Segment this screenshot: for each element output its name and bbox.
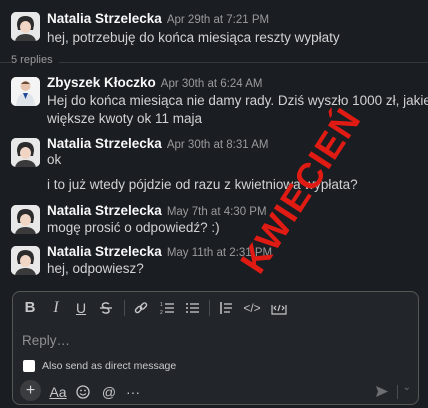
bold-icon[interactable]: B: [20, 298, 40, 318]
avatar[interactable]: [11, 138, 40, 167]
more-actions-icon[interactable]: ···: [123, 382, 143, 402]
author-name[interactable]: Natalia Strzelecka Apr 29th at 7:21 PM: [47, 11, 269, 26]
avatar[interactable]: [11, 205, 40, 234]
author-name[interactable]: Natalia Strzelecka May 7th at 4:30 PM: [47, 203, 267, 218]
message-text: większe kwoty ok 11 maja: [47, 111, 203, 126]
reply-composer: B I U 12 </> Also send as direct message…: [12, 291, 419, 405]
message-text: Hej do końca miesiąca nie damy rady. Dzi…: [47, 93, 428, 108]
link-icon[interactable]: [131, 298, 151, 318]
dm-checkbox[interactable]: [23, 360, 35, 372]
strikethrough-icon[interactable]: [96, 298, 116, 318]
formatting-toolbar: B I U 12 </>: [13, 292, 418, 326]
dm-checkbox-label[interactable]: Also send as direct message: [42, 360, 176, 372]
message-text: hej, odpowiesz?: [47, 261, 144, 276]
avatar[interactable]: [11, 12, 40, 41]
ordered-list-icon[interactable]: 12: [157, 298, 177, 318]
toolbar-divider: [124, 300, 125, 316]
author-name[interactable]: Natalia Strzelecka Apr 30th at 8:31 AM: [47, 136, 268, 151]
code-block-icon[interactable]: [269, 298, 289, 318]
svg-text:2: 2: [160, 310, 163, 315]
message-text: i to już wtedy pójdzie od razu z kwietni…: [47, 177, 358, 192]
timestamp[interactable]: May 7th at 4:30 PM: [167, 206, 267, 218]
underline-icon[interactable]: U: [71, 298, 91, 318]
timestamp[interactable]: Apr 29th at 7:21 PM: [167, 14, 269, 26]
message-text: mogę prosić o odpowiedź? :): [47, 220, 220, 235]
message-text: hej, potrzebuję do końca miesiąca reszty…: [47, 30, 340, 45]
reply-input[interactable]: [22, 330, 402, 350]
toolbar-divider: [209, 300, 210, 316]
text-formatting-button[interactable]: Aa: [48, 382, 68, 402]
timestamp[interactable]: Apr 30th at 8:31 AM: [167, 139, 269, 151]
add-attachment-button[interactable]: +: [20, 380, 41, 401]
mention-icon[interactable]: @: [99, 382, 119, 402]
emoji-icon[interactable]: [73, 382, 93, 402]
divider: [0, 62, 428, 63]
avatar[interactable]: [11, 77, 40, 106]
timestamp[interactable]: May 11th at 2:31 PM: [167, 247, 272, 259]
send-icon[interactable]: [375, 382, 389, 401]
bulleted-list-icon[interactable]: [182, 298, 202, 318]
timestamp[interactable]: Apr 30th at 6:24 AM: [161, 78, 263, 90]
send-divider: [397, 385, 398, 399]
replies-count: 5 replies: [11, 54, 59, 66]
svg-text:1: 1: [160, 302, 163, 308]
message-text: ok: [47, 152, 62, 167]
author-name[interactable]: Zbyszek Kłoczko Apr 30th at 6:24 AM: [47, 75, 262, 90]
italic-icon[interactable]: I: [46, 298, 66, 318]
author-name[interactable]: Natalia Strzelecka May 11th at 2:31 PM: [47, 244, 272, 259]
avatar[interactable]: [11, 246, 40, 275]
code-icon[interactable]: </>: [242, 298, 262, 318]
blockquote-icon[interactable]: [216, 298, 236, 318]
chevron-down-icon[interactable]: ⌄: [403, 382, 411, 393]
